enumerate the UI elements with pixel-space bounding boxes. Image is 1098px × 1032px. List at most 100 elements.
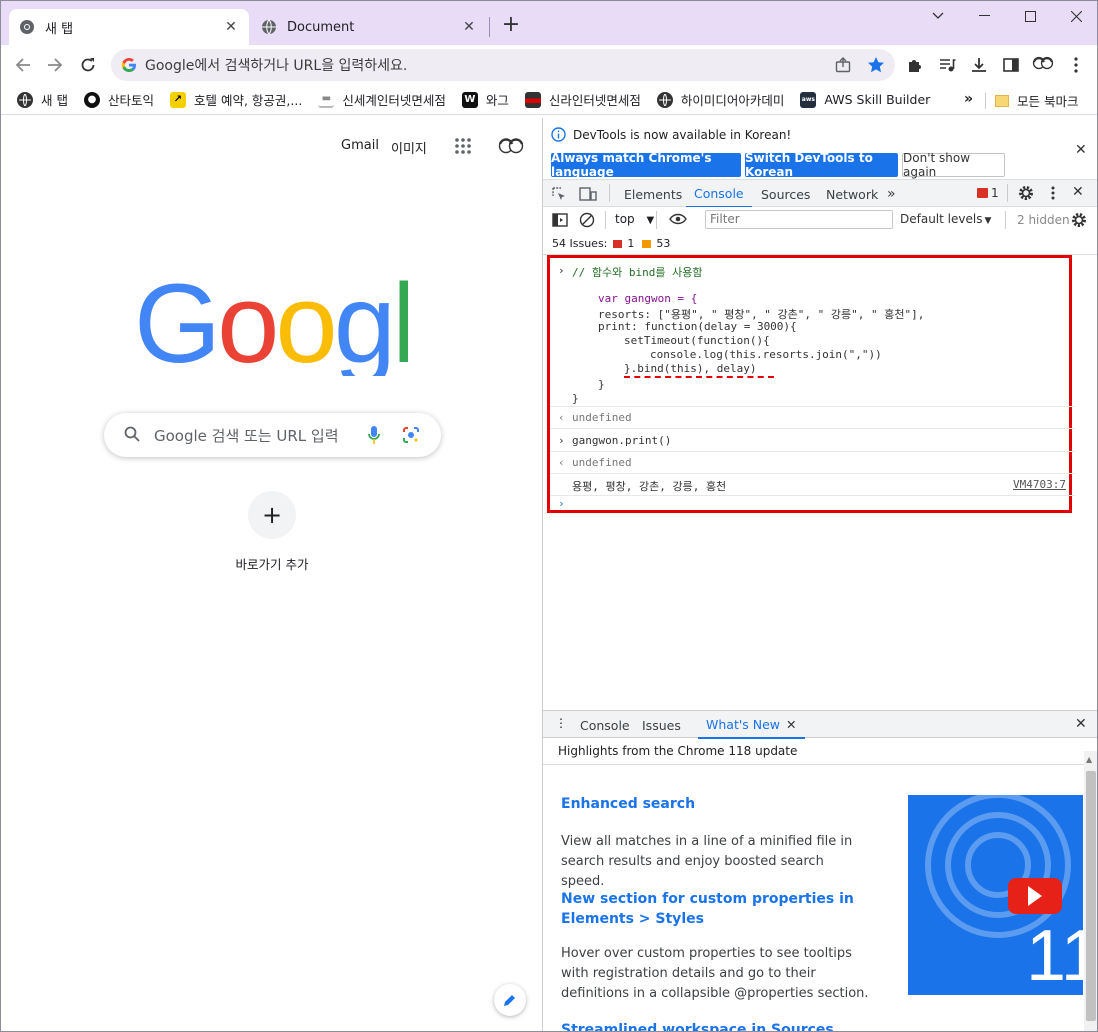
close-tab-icon[interactable]: ✕	[786, 717, 796, 732]
bookmarks-bar: 새 탭 ● 산타토익 ↗ 호텔 예약, 항공권,... ▬ 신세계인터넷면세점 …	[1, 85, 1097, 115]
close-drawer-icon[interactable]: ✕	[1075, 716, 1087, 732]
bookmark-item[interactable]: 신라인터넷면세점	[524, 90, 641, 109]
source-link[interactable]: VM4703:7	[1013, 478, 1066, 491]
maximize-icon[interactable]	[1007, 1, 1053, 31]
gmail-link[interactable]: Gmail	[341, 138, 379, 153]
close-window-icon[interactable]	[1053, 1, 1097, 31]
red-dashed-underline	[624, 376, 774, 378]
section-title[interactable]: Enhanced search	[561, 796, 695, 812]
console-settings-gear-icon[interactable]	[1071, 212, 1087, 231]
close-tab-icon[interactable]: ✕	[461, 19, 477, 35]
section-title[interactable]: Streamlined workspace in Sources	[561, 1022, 834, 1031]
minimize-icon[interactable]	[961, 1, 1007, 31]
console-prompt-icon[interactable]: ›	[558, 497, 565, 510]
section-title[interactable]: New section for custom properties in Ele…	[561, 889, 871, 929]
code-line: var gangwon = {	[598, 292, 698, 305]
extensions-icon[interactable]	[903, 53, 927, 77]
whats-new-label: What's New	[706, 716, 781, 732]
tab-elements[interactable]: Elements	[624, 180, 682, 208]
return-arrow-icon: ‹	[558, 456, 565, 469]
filter-input[interactable]: Filter	[705, 210, 893, 229]
customize-chrome-button[interactable]	[494, 984, 526, 1016]
google-lens-icon[interactable]	[402, 426, 420, 447]
error-badge-icon[interactable]	[977, 188, 988, 198]
tab-search-icon[interactable]	[915, 1, 961, 31]
media-icon[interactable]	[935, 53, 959, 77]
bookmark-item[interactable]: ● 산타토익	[83, 90, 154, 109]
drawer-tab-issues[interactable]: Issues	[642, 711, 681, 739]
devtools-menu-icon[interactable]	[1051, 186, 1055, 203]
new-tab-icon[interactable]: +	[499, 13, 523, 37]
aws-icon: aws	[800, 91, 817, 108]
divider	[550, 451, 1075, 452]
back-icon[interactable]	[11, 53, 35, 77]
clear-console-icon[interactable]	[579, 212, 595, 231]
drawer-menu-icon[interactable]: ⋮	[555, 716, 567, 730]
close-tab-icon[interactable]: ✕	[223, 19, 239, 35]
issue-error-count: 1	[627, 237, 635, 250]
device-toolbar-icon[interactable]	[579, 186, 597, 205]
drawer-tab-whats-new[interactable]: What's New ✕	[698, 711, 805, 739]
profile-avatar[interactable]	[1031, 53, 1055, 77]
tab-sources[interactable]: Sources	[761, 180, 810, 208]
drawer-tab-console[interactable]: Console	[580, 711, 630, 739]
log-levels-dropdown[interactable]: Default levels ▼	[900, 212, 991, 226]
menu-kebab-icon[interactable]	[1064, 53, 1088, 77]
match-language-button[interactable]: Always match Chrome's language	[551, 151, 741, 179]
levels-label: Default levels	[900, 212, 983, 226]
download-icon[interactable]	[967, 53, 991, 77]
bookmark-label: 신라인터넷면세점	[548, 93, 641, 108]
search-box[interactable]: Google 검색 또는 URL 입력	[104, 413, 441, 457]
bookmark-item[interactable]: aws AWS Skill Builder	[800, 91, 930, 108]
sidebar-toggle-icon[interactable]	[552, 212, 568, 231]
issue-warning-count: 53	[656, 237, 671, 250]
tab-console[interactable]: Console	[686, 180, 752, 208]
scroll-up-icon[interactable]: ▲	[1086, 755, 1092, 764]
bookmark-item[interactable]: ↗ 호텔 예약, 항공권,...	[170, 90, 302, 109]
all-bookmarks-folder[interactable]: 모든 북마크	[995, 91, 1078, 110]
apps-grid-icon[interactable]	[455, 138, 471, 157]
share-icon[interactable]	[835, 57, 851, 76]
bookmark-star-icon[interactable]	[867, 56, 885, 77]
microphone-icon[interactable]	[368, 426, 380, 447]
tab-document[interactable]: Document ✕	[251, 9, 487, 45]
code-comment: // 함수와 bind를 사용함	[572, 266, 703, 279]
more-tabs-icon[interactable]: »	[887, 180, 896, 208]
bookmark-item[interactable]: 하이미디어아카데미	[656, 90, 784, 109]
dont-show-button[interactable]: Don't show again	[902, 151, 1005, 179]
settings-gear-icon[interactable]	[1018, 185, 1034, 204]
images-link[interactable]: 이미지	[391, 138, 427, 157]
account-avatar[interactable]	[498, 136, 524, 161]
tab-new-tab[interactable]: 새 탭 ✕	[9, 9, 249, 45]
omnibox[interactable]: Google에서 검색하거나 URL을 입력하세요.	[111, 49, 895, 81]
reload-icon[interactable]	[76, 53, 100, 77]
divider	[605, 211, 606, 229]
inspect-element-icon[interactable]	[551, 186, 567, 205]
bookmark-item[interactable]: ▬ 신세계인터넷면세점	[318, 90, 446, 109]
drawer-scrollbar[interactable]: ▲	[1084, 751, 1097, 1031]
forward-icon[interactable]	[43, 53, 67, 77]
side-panel-icon[interactable]	[999, 53, 1023, 77]
add-shortcut-button[interactable]: +	[248, 491, 296, 539]
whats-new-video-thumbnail[interactable]: 11	[908, 795, 1083, 995]
context-select[interactable]: top ▼	[615, 212, 654, 226]
live-expression-eye-icon[interactable]	[669, 213, 687, 228]
globe-icon	[261, 19, 277, 35]
close-devtools-icon[interactable]: ✕	[1072, 184, 1084, 200]
switch-korean-button[interactable]: Switch DevTools to Korean	[745, 151, 898, 179]
bookmark-item[interactable]: 새 탭	[17, 90, 68, 109]
issues-bar[interactable]: 54 Issues: 1 53	[543, 233, 1097, 255]
console-output: › // 함수와 bind를 사용함 var gangwon = { resor…	[547, 255, 1075, 513]
tab-network[interactable]: Network	[826, 180, 878, 208]
scrollbar-thumb[interactable]	[1086, 771, 1096, 1021]
issue-warning-icon	[642, 239, 652, 248]
bookmarks-overflow-button[interactable]: »	[964, 91, 973, 107]
version-number: 11	[1026, 916, 1083, 995]
caret-down-icon: ▼	[984, 216, 992, 226]
santa-icon: ●	[83, 91, 100, 108]
close-banner-icon[interactable]: ✕	[1075, 142, 1087, 158]
google-logo: Google	[134, 261, 475, 386]
divider	[550, 495, 1075, 496]
bookmark-label: 산타토익	[107, 93, 154, 108]
bookmark-item[interactable]: W 와그	[461, 90, 509, 109]
